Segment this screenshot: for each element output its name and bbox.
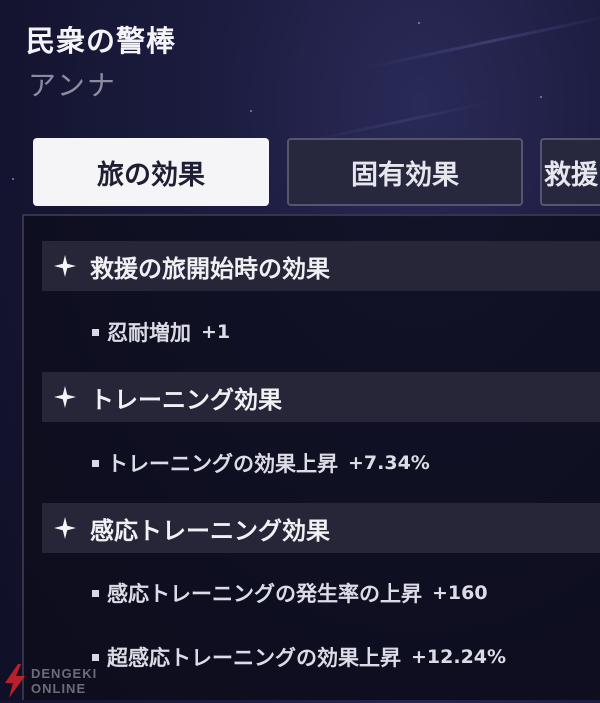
section-title: トレーニング効果	[90, 385, 282, 414]
watermark-line: ONLINE	[31, 681, 87, 696]
effect-item: 感応トレーニングの発生率の上昇 +160	[92, 576, 488, 610]
square-bullet-icon	[92, 328, 99, 336]
lightning-bolt-icon	[2, 663, 28, 699]
effect-label: 感応トレーニングの発生率の上昇	[107, 582, 422, 606]
section-header-training: トレーニング効果	[42, 372, 600, 422]
effect-label: トレーニングの効果上昇	[107, 452, 338, 476]
tab-bar: 旅の効果 固有効果 救援	[33, 138, 600, 208]
section-title: 救援の旅開始時の効果	[90, 254, 330, 283]
background-star	[418, 22, 420, 24]
tab-label: 旅の効果	[97, 159, 205, 191]
background-star	[540, 96, 542, 98]
tab-journey-effect[interactable]: 旅の効果	[33, 138, 269, 206]
square-bullet-icon	[92, 459, 99, 467]
watermark-logo: DENGEKI ONLINE	[2, 662, 126, 700]
square-bullet-icon	[92, 653, 99, 661]
watermark-line: DENGEKI	[31, 666, 98, 681]
character-name: アンナ	[28, 69, 117, 102]
background-streak	[362, 13, 600, 70]
effect-value: +160	[432, 582, 488, 604]
effect-value: +1	[201, 321, 231, 343]
effect-item: 忍耐増加 +1	[92, 315, 230, 349]
effect-item: トレーニングの効果上昇 +7.34%	[92, 446, 430, 480]
effect-value: +12.24%	[411, 646, 507, 668]
sparkle-icon	[52, 515, 78, 541]
section-header-rescue-start: 救援の旅開始時の効果	[42, 241, 600, 291]
sparkle-icon	[52, 384, 78, 410]
page-title: 民衆の警棒	[26, 24, 177, 58]
watermark-text: DENGEKI ONLINE	[31, 667, 97, 695]
background-star	[12, 178, 14, 180]
tab-unique-effect[interactable]: 固有効果	[287, 138, 523, 206]
sparkle-icon	[52, 253, 78, 279]
tab-label: 固有効果	[351, 159, 459, 191]
effect-value: +7.34%	[348, 452, 430, 474]
effect-label: 超感応トレーニングの効果上昇	[107, 646, 401, 670]
background-star	[250, 110, 252, 112]
effect-item: 超感応トレーニングの効果上昇 +12.24%	[92, 640, 506, 674]
tab-label: 救援	[544, 159, 598, 191]
effect-label: 忍耐増加	[107, 321, 191, 345]
section-header-sensory-training: 感応トレーニング効果	[42, 503, 600, 553]
effects-panel: 救援の旅開始時の効果 忍耐増加 +1 トレーニング効果 トレーニングの効果上昇 …	[22, 214, 600, 700]
tab-rescue[interactable]: 救援	[540, 138, 600, 206]
square-bullet-icon	[92, 589, 99, 597]
section-title: 感応トレーニング効果	[90, 516, 330, 545]
